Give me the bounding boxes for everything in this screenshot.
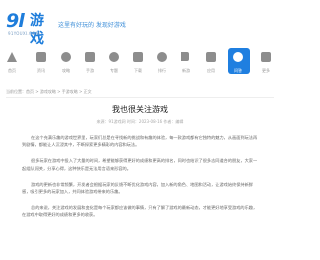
nav-label: 应用 [207, 68, 215, 73]
article-meta: 来源：91游戏网 时间：2023-08-16 作者：编辑 [96, 119, 184, 124]
article-paragraph: 在这个充满乐趣的游戏世界里，玩家们总是在寻找新的挑战和有趣的体验，每一款游戏都有… [22, 135, 258, 148]
nav-item-news[interactable]: 资讯 [31, 48, 51, 78]
nav-item-qa[interactable]: 问答 [228, 48, 250, 74]
download-icon [133, 52, 143, 62]
nav-item-apps[interactable]: 应用 [201, 48, 221, 78]
logo-number: 9l [6, 10, 25, 32]
main-nav: 首页 资讯 攻略 手游 专题 下载 排行 新游 应用 问答 更多 [0, 48, 280, 80]
breadcrumb[interactable]: 当前位置：首页 > 游戏攻略 > 手游攻略 > 正文 [6, 89, 92, 95]
news-icon [36, 52, 46, 62]
app-icon [206, 52, 216, 62]
nav-item-new-games[interactable]: 新游 [176, 48, 196, 78]
nav-item-download[interactable]: 下载 [128, 48, 148, 78]
gamepad-icon [85, 52, 95, 62]
site-header: 9l 游戏 91YOUXI.COM 这里有好玩的 发现好游戏 [0, 0, 280, 47]
more-icon [261, 52, 271, 62]
logo-subtext: 91YOUXI.COM [8, 31, 40, 36]
nav-item-mobile-games[interactable]: 手游 [80, 48, 100, 78]
nav-item-guide[interactable]: 攻略 [56, 48, 76, 78]
article-title: 我也很关注游戏 [112, 105, 168, 114]
nav-label: 专题 [110, 68, 118, 73]
nav-label: 下载 [134, 68, 142, 73]
divider [6, 97, 274, 98]
nav-item-home[interactable]: 首页 [2, 48, 22, 78]
qa-icon [233, 52, 243, 62]
topic-icon [109, 52, 119, 62]
site-logo[interactable]: 9l 游戏 91YOUXI.COM [6, 10, 52, 47]
nav-label: 攻略 [62, 68, 70, 73]
nav-item-rank[interactable]: 排行 [152, 48, 172, 78]
site-slogan: 这里有好玩的 发现好游戏 [58, 22, 126, 29]
nav-label: 更多 [262, 68, 270, 73]
logo-text: 游戏 [30, 13, 44, 47]
nav-item-topic[interactable]: 专题 [104, 48, 124, 78]
rank-icon [157, 52, 167, 62]
nav-label: 问答 [234, 68, 242, 73]
article-paragraph: 总的来说，关注游戏的发展和变化是每个玩家都应该做的事情，只有了解了游戏的最新动态… [22, 205, 258, 218]
guide-icon [61, 52, 71, 62]
home-icon [7, 52, 17, 62]
flag-icon [181, 52, 191, 62]
nav-label: 排行 [158, 68, 166, 73]
nav-label: 手游 [86, 68, 94, 73]
article-body: 在这个充满乐趣的游戏世界里，玩家们总是在寻找新的挑战和有趣的体验，每一款游戏都有… [22, 134, 260, 228]
article-paragraph: 游戏的更新也非常频繁，开发者会根据玩家的反馈不断优化游戏内容，加入新的角色、地图… [22, 181, 253, 195]
nav-label: 新游 [182, 68, 190, 73]
nav-label: 首页 [8, 68, 16, 73]
article-paragraph: 很多玩家在游戏中投入了大量的时间，希望能够获得更好的成绩和更高的排名，同时也结识… [22, 158, 258, 171]
nav-item-more[interactable]: 更多 [256, 48, 276, 78]
nav-label: 资讯 [37, 68, 45, 73]
